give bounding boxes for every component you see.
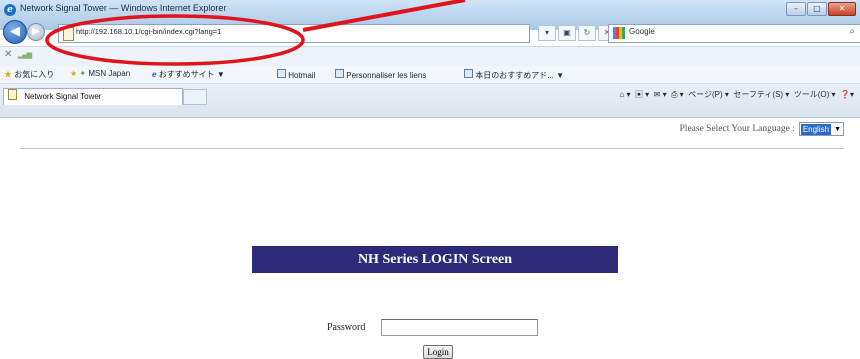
login-banner: NH Series LOGIN Screen [252, 246, 618, 273]
address-bar[interactable]: http://192.168.10.1/cgi-bin/index.cgi?la… [58, 24, 530, 43]
back-button[interactable]: ◀ [3, 20, 27, 44]
menu-tools[interactable]: ツール(O) ▾ [794, 90, 836, 99]
language-select[interactable]: English ▼ [798, 122, 844, 136]
new-tab-button[interactable] [183, 89, 207, 105]
page-icon [335, 69, 344, 78]
command-bar: ⌂ ▾ ▣ ▾ ✉ ▾ ⎙ ▾ ページ(P) ▾ セーフティ(S) ▾ ツール(… [619, 89, 854, 100]
menu-page[interactable]: ページ(P) ▾ [688, 90, 729, 99]
search-placeholder: Google [629, 27, 655, 36]
minimize-button[interactable]: – [786, 2, 806, 16]
favorite-link-hotmail[interactable]: Hotmail [277, 69, 315, 80]
password-field[interactable] [381, 319, 538, 336]
star-icon: ★ [4, 70, 12, 79]
favorite-link-suggested[interactable]: e おすすめサイト ▼ [152, 69, 225, 80]
add-favorite-icon: ★ [70, 69, 78, 78]
language-selected-value: English [800, 123, 832, 135]
favorite-link-personalize[interactable]: Personnaliser les liens [335, 69, 426, 80]
menu-safety[interactable]: セーフティ(S) ▾ [733, 90, 789, 99]
mail-icon[interactable]: ✉ ▾ [654, 90, 667, 99]
page-icon [464, 69, 473, 78]
divider [20, 148, 844, 149]
window-controls: – □ ✕ [786, 2, 856, 16]
forward-button[interactable]: ▶ [27, 23, 45, 41]
language-row: Please Select Your Language : English ▼ [680, 122, 844, 136]
address-row: ◀ ▶ http://192.168.10.1/cgi-bin/index.cg… [0, 16, 860, 46]
tab-label: Network Signal Tower [24, 92, 102, 101]
favorites-button[interactable]: ★ お気に入り [4, 69, 54, 80]
page-icon [8, 89, 17, 100]
google-logo-icon [613, 27, 625, 39]
search-box[interactable]: Google ⌕ [608, 24, 860, 43]
ie-icon: e [152, 70, 157, 79]
secondary-toolbar: ✕ ▂▄▆ [0, 46, 860, 67]
favorite-link-msn[interactable]: ★ ✦ MSN Japan [70, 69, 130, 78]
chevron-down-icon: ▼ [834, 125, 841, 133]
tab-bar: Network Signal Tower ⌂ ▾ ▣ ▾ ✉ ▾ ⎙ ▾ ページ… [0, 84, 860, 118]
compatibility-view-icon[interactable]: ▣ [558, 25, 576, 41]
signal-icon: ▂▄▆ [18, 51, 32, 59]
url-text[interactable]: http://192.168.10.1/cgi-bin/index.cgi?la… [76, 27, 221, 36]
maximize-button[interactable]: □ [807, 2, 827, 16]
search-icon[interactable]: ⌕ [849, 26, 855, 37]
page-icon [277, 69, 286, 78]
page-icon [63, 27, 74, 41]
msn-icon: ✦ [79, 69, 87, 78]
language-prompt: Please Select Your Language : [679, 124, 795, 134]
login-button[interactable]: Login [423, 345, 453, 359]
dropdown-arrow-icon[interactable]: ▾ [538, 25, 556, 41]
close-toolbar-icon[interactable]: ✕ [4, 49, 12, 60]
favorite-link-addons[interactable]: 本日のおすすめアド... ▼ [464, 69, 564, 81]
feeds-icon[interactable]: ▣ ▾ [635, 90, 649, 99]
window-title: Network Signal Tower — Windows Internet … [20, 3, 227, 13]
address-tools: ▾ ▣ ↻ ✕ [538, 25, 616, 41]
home-icon[interactable]: ⌂ ▾ [619, 90, 630, 99]
ie-logo-icon: e [4, 4, 16, 16]
refresh-icon[interactable]: ↻ [578, 25, 596, 41]
tab-network-signal-tower[interactable]: Network Signal Tower [3, 88, 183, 105]
close-button[interactable]: ✕ [828, 2, 856, 16]
favorites-bar: ★ お気に入り ★ ✦ MSN Japan e おすすめサイト ▼ Hotmai… [0, 66, 860, 84]
password-label: Password [327, 322, 366, 333]
print-icon[interactable]: ⎙ ▾ [671, 90, 684, 99]
help-icon[interactable]: ❓▾ [840, 90, 854, 99]
page-content: Please Select Your Language : English ▼ … [0, 118, 860, 359]
